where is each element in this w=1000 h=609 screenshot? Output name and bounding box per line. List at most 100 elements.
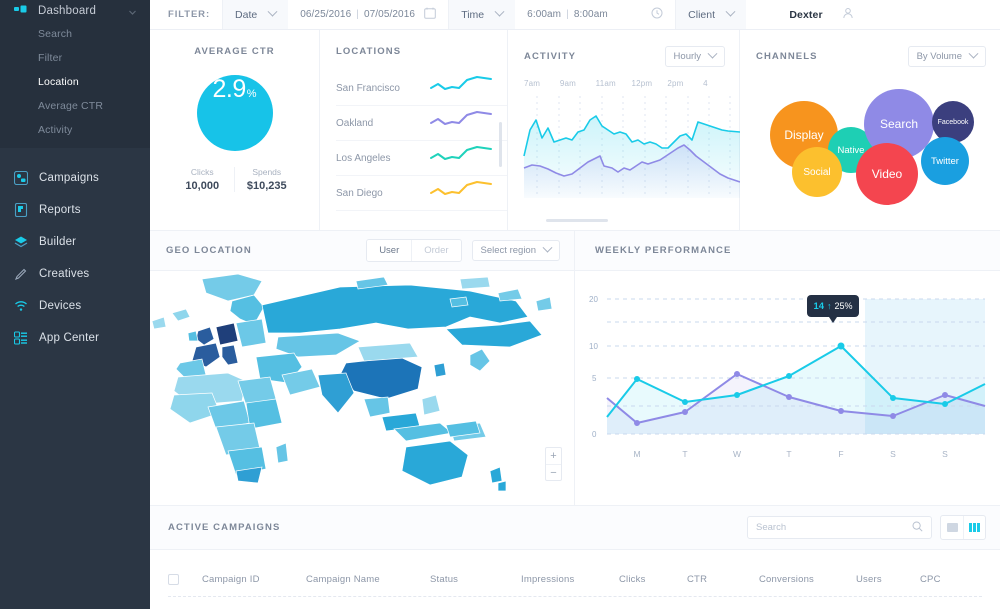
list-item[interactable]: San Francisco bbox=[336, 71, 507, 106]
bubble-social-label: Social bbox=[803, 166, 831, 178]
geo-mode-user[interactable]: User bbox=[367, 240, 412, 261]
column-header-status[interactable]: Status bbox=[430, 574, 521, 585]
axis-tick: 12pm bbox=[631, 79, 653, 88]
column-header-conversions[interactable]: Conversions bbox=[759, 574, 856, 585]
sidebar-item-dashboard[interactable]: Dashboard bbox=[0, 0, 150, 22]
filter-client-dropdown-label: Client bbox=[688, 8, 716, 21]
activity-chart bbox=[508, 90, 741, 213]
campaign-search-box[interactable]: Search bbox=[747, 516, 932, 539]
locations-title: LOCATIONS bbox=[336, 46, 402, 57]
map-zoom-in-button[interactable]: + bbox=[546, 448, 561, 464]
bubble-search-label: Search bbox=[879, 117, 919, 131]
filter-time-dropdown-label: Time bbox=[461, 8, 485, 21]
search-icon[interactable] bbox=[912, 519, 923, 537]
svg-text:S: S bbox=[942, 449, 948, 459]
sidebar-item-builder-label: Builder bbox=[39, 236, 77, 248]
app-center-icon bbox=[13, 331, 28, 345]
weekly-performance-chart[interactable]: 20 10 5 0 MTW TFSS 14 ↑ 25% bbox=[575, 271, 1000, 505]
bubble-social[interactable]: Social bbox=[792, 147, 842, 197]
weekly-performance-title: WEEKLY PERFORMANCE bbox=[595, 245, 732, 256]
filter-time-end: 8:00am bbox=[573, 9, 608, 20]
clock-icon[interactable] bbox=[651, 7, 663, 22]
column-header-campaign-name[interactable]: Campaign Name bbox=[306, 574, 430, 585]
column-header-campaign-id[interactable]: Campaign ID bbox=[202, 574, 306, 585]
search-input[interactable]: Search bbox=[756, 522, 786, 533]
average-ctr-donut: 2.9 % bbox=[196, 75, 273, 151]
bubble-native-label: Native bbox=[837, 144, 865, 156]
calendar-icon[interactable] bbox=[424, 7, 437, 22]
list-view-icon[interactable] bbox=[941, 516, 963, 539]
column-header-clicks[interactable]: Clicks bbox=[619, 574, 687, 585]
channels-title: CHANNELS bbox=[756, 51, 818, 62]
sidebar-item-creatives[interactable]: Creatives bbox=[0, 258, 150, 290]
locations-scrollbar[interactable] bbox=[499, 122, 502, 167]
sparkline bbox=[429, 110, 493, 137]
table-header-divider bbox=[168, 596, 982, 597]
axis-tick: 9am bbox=[559, 79, 576, 88]
channels-sort-dropdown[interactable]: By Volume bbox=[907, 46, 986, 67]
filter-date-end: 07/05/2016 bbox=[363, 9, 416, 20]
sidebar-subitem-filter[interactable]: Filter bbox=[0, 46, 150, 70]
location-name: San Francisco bbox=[336, 82, 400, 94]
column-header-cpc[interactable]: CPC bbox=[920, 574, 941, 585]
sidebar-subitem-search[interactable]: Search bbox=[0, 22, 150, 46]
bubble-display-label: Display bbox=[784, 128, 824, 142]
bubble-twitter-label: Twitter bbox=[931, 155, 959, 167]
filter-time-dropdown[interactable]: Time bbox=[448, 0, 516, 29]
grid-view-icon[interactable] bbox=[963, 516, 985, 539]
axis-tick: 11am bbox=[595, 79, 616, 88]
svg-text:T: T bbox=[786, 449, 791, 459]
geo-mode-order[interactable]: Order bbox=[411, 240, 461, 261]
list-item[interactable]: San Diego bbox=[336, 176, 507, 211]
svg-text:W: W bbox=[733, 449, 741, 459]
activity-interval-dropdown[interactable]: Hourly bbox=[664, 46, 725, 67]
sidebar: Dashboard Search Filter Location Average… bbox=[0, 0, 150, 609]
tooltip-arrow-up-icon: ↑ bbox=[827, 301, 832, 311]
select-all-checkbox-cell bbox=[168, 573, 202, 585]
sidebar-subitem-average-ctr[interactable]: Average CTR bbox=[0, 94, 150, 118]
stat-clicks-value: 10,000 bbox=[185, 180, 220, 192]
filter-date-value[interactable]: 06/25/2016 | 07/05/2016 bbox=[288, 0, 449, 29]
filter-date-dropdown[interactable]: Date bbox=[222, 0, 289, 29]
sidebar-item-campaigns-label: Campaigns bbox=[39, 172, 99, 184]
select-all-checkbox[interactable] bbox=[168, 573, 179, 585]
sidebar-subitem-activity[interactable]: Activity bbox=[0, 118, 150, 142]
sidebar-item-campaigns[interactable]: Campaigns bbox=[0, 162, 150, 194]
svg-text:S: S bbox=[890, 449, 896, 459]
list-item[interactable]: Los Angeles bbox=[336, 141, 507, 176]
column-header-users[interactable]: Users bbox=[856, 574, 920, 585]
geo-location-card: GEO LOCATION User Order Select region + … bbox=[150, 231, 575, 505]
campaigns-icon bbox=[13, 170, 29, 186]
filter-time-group: Time 6:00am | 8:00am bbox=[448, 0, 676, 29]
filter-client-value[interactable]: Dexter bbox=[746, 0, 867, 29]
tooltip-value: 14 bbox=[813, 300, 825, 312]
user-icon[interactable] bbox=[842, 7, 854, 22]
activity-scrollbar[interactable] bbox=[546, 219, 608, 222]
activity-interval-label: Hourly bbox=[673, 51, 701, 62]
filter-date-start: 06/25/2016 bbox=[300, 9, 352, 20]
column-header-ctr[interactable]: CTR bbox=[687, 574, 759, 585]
dashboard-grid-icon bbox=[14, 4, 28, 18]
geo-region-select[interactable]: Select region bbox=[471, 240, 560, 261]
world-map[interactable]: + − bbox=[150, 271, 574, 505]
geo-region-select-label: Select region bbox=[480, 245, 536, 256]
map-zoom-controls: + − bbox=[545, 447, 562, 481]
active-campaigns-section: ACTIVE CAMPAIGNS Search Campaign ID Camp… bbox=[150, 505, 1000, 609]
axis-tick: 2pm bbox=[667, 79, 684, 88]
list-item[interactable]: Oakland bbox=[336, 106, 507, 141]
geo-weekly-row: GEO LOCATION User Order Select region + … bbox=[150, 230, 1000, 505]
sidebar-item-builder[interactable]: Builder bbox=[0, 226, 150, 258]
sidebar-subitem-location[interactable]: Location bbox=[0, 70, 150, 94]
sidebar-item-reports[interactable]: Reports bbox=[0, 194, 150, 226]
sidebar-item-app-center[interactable]: App Center bbox=[0, 322, 150, 354]
sidebar-item-devices[interactable]: Devices bbox=[0, 290, 150, 322]
bubble-video[interactable]: Video bbox=[856, 143, 918, 205]
filter-bar: FILTER: Date 06/25/2016 | 07/05/2016 Tim… bbox=[150, 0, 1000, 30]
location-name: Oakland bbox=[336, 117, 374, 129]
sparkline bbox=[429, 75, 493, 102]
filter-client-dropdown[interactable]: Client bbox=[675, 0, 747, 29]
map-zoom-out-button[interactable]: − bbox=[546, 464, 561, 480]
column-header-impressions[interactable]: Impressions bbox=[521, 574, 619, 585]
bubble-twitter[interactable]: Twitter bbox=[921, 137, 969, 185]
filter-time-value[interactable]: 6:00am | 8:00am bbox=[515, 0, 676, 29]
